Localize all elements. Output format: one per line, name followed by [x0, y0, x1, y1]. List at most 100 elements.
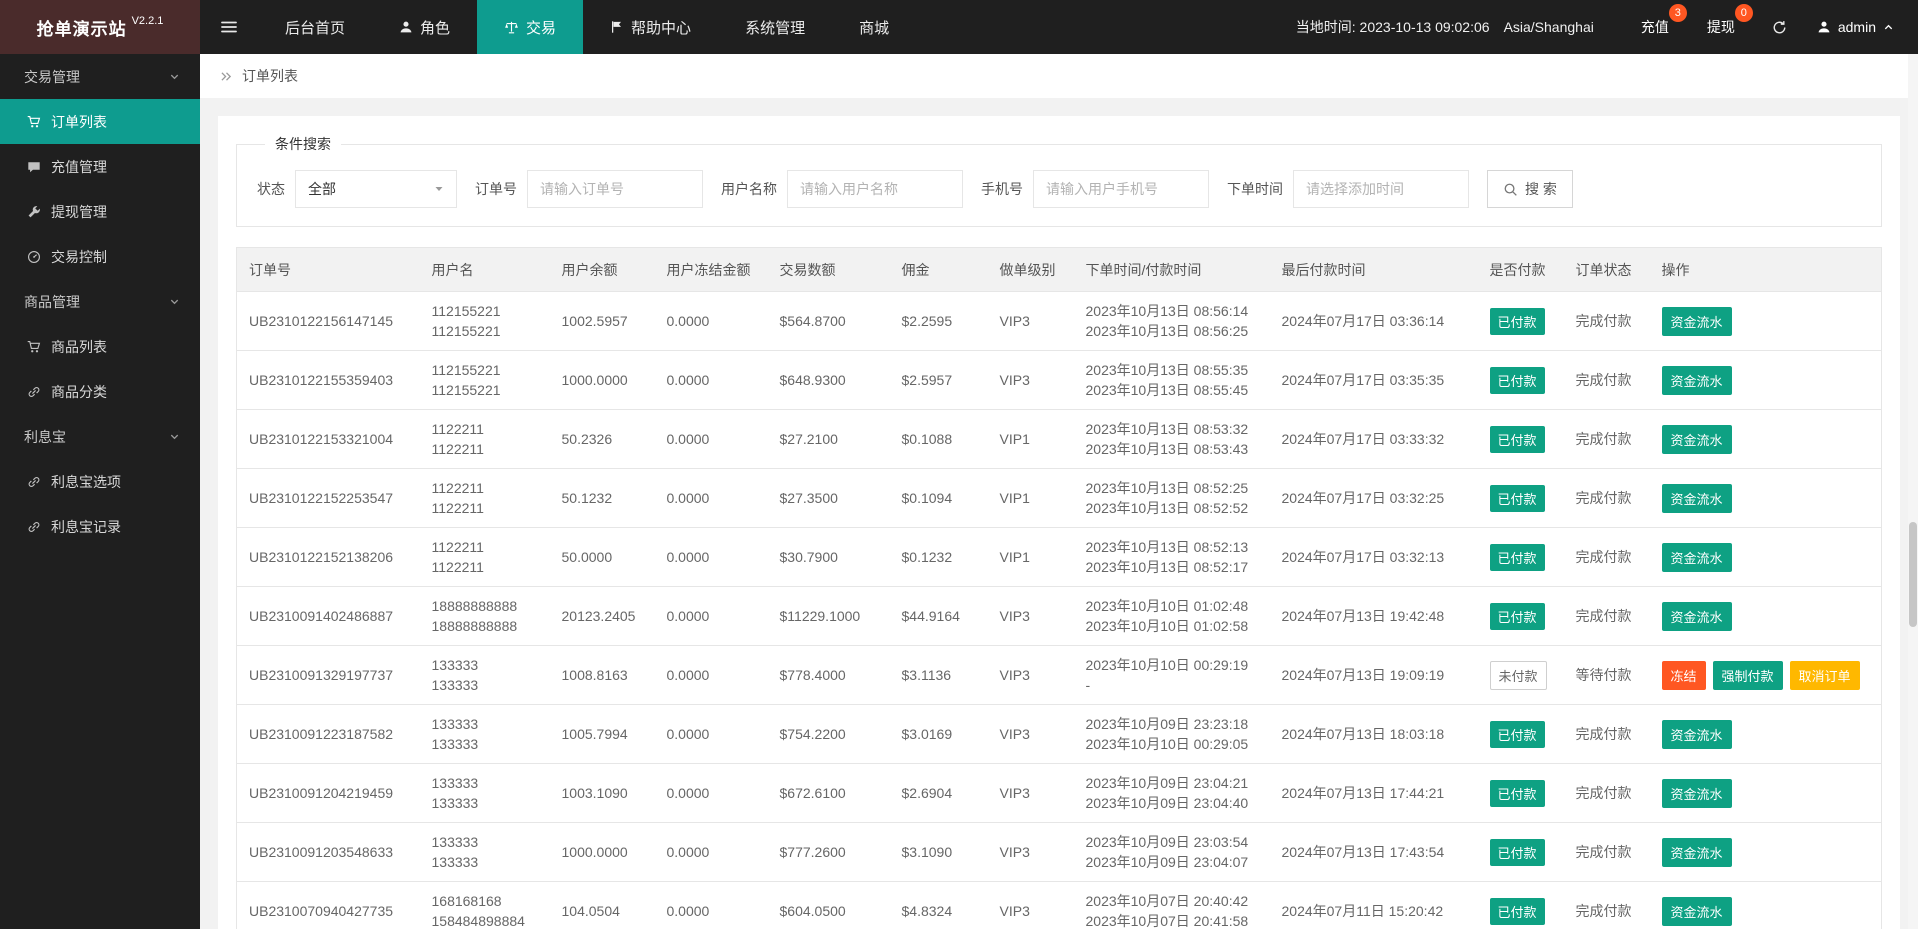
frozen-amount: 0.0000: [666, 431, 710, 447]
pay-status-badge: 已付款: [1489, 838, 1545, 866]
order-time: 2023年10月10日 00:29:19: [1085, 657, 1249, 673]
pay-status-cell: 已付款: [1477, 350, 1564, 410]
fund-flow-button[interactable]: 资金流水: [1661, 365, 1732, 395]
withdraw-link[interactable]: 提现 0: [1688, 0, 1754, 54]
recharge-count-badge: 3: [1668, 4, 1687, 22]
user-name-line1: 133333: [431, 834, 479, 850]
user-name-line2: 1122211: [431, 559, 484, 575]
user-balance: 1008.8163: [561, 667, 628, 683]
level-cell: VIP3: [987, 291, 1074, 351]
column-header-1: 用户名: [419, 247, 550, 292]
commission: $0.1232: [901, 549, 953, 565]
fund-flow-button[interactable]: 资金流水: [1661, 306, 1732, 336]
fund-flow-button[interactable]: 资金流水: [1661, 837, 1732, 867]
user-balance: 1003.1090: [561, 785, 628, 801]
user-icon: [399, 20, 413, 34]
user-name-line1: 1122211: [431, 421, 484, 437]
app-version: V2.2.1: [131, 15, 164, 27]
sidebar-item-goods-category[interactable]: 商品分类: [0, 369, 200, 414]
user-name-line1: 1122211: [431, 480, 484, 496]
content-card: 条件搜索 状态全部订单号用户名称手机号下单时间搜 索 订单号用户名用户余额用户冻…: [218, 116, 1900, 929]
user-name-line1: 133333: [431, 775, 479, 791]
fund-flow-button[interactable]: 资金流水: [1661, 424, 1732, 454]
frozen-amount: 0.0000: [666, 372, 710, 388]
fund-flow-button[interactable]: 资金流水: [1661, 542, 1732, 572]
search-button[interactable]: 搜 索: [1487, 170, 1573, 208]
last-pay-time-cell: 2024年07月17日 03:35:35: [1269, 350, 1478, 410]
user-name-line2: 1122211: [431, 441, 484, 457]
force-pay-button[interactable]: 强制付款: [1712, 660, 1783, 690]
frozen-amount: 0.0000: [666, 667, 710, 683]
status-select[interactable]: 全部: [295, 170, 457, 208]
sidebar-group-interest-treasure[interactable]: 利息宝: [0, 414, 200, 459]
sidebar-item-recharge-management[interactable]: 充值管理: [0, 144, 200, 189]
sidebar-item-interest-records[interactable]: 利息宝记录: [0, 504, 200, 549]
top-nav-item-home[interactable]: 后台首页: [258, 0, 372, 54]
order-time-input[interactable]: [1293, 170, 1469, 208]
level-cell: VIP3: [987, 586, 1074, 646]
sidebar-item-interest-options[interactable]: 利息宝选项: [0, 459, 200, 504]
sidebar-group-goods-management[interactable]: 商品管理: [0, 279, 200, 324]
breadcrumb-bar: 订单列表: [200, 54, 1918, 98]
order-status-cell: 完成付款: [1563, 704, 1650, 764]
actions-cell: 资金流水: [1649, 291, 1882, 351]
fund-flow-button[interactable]: 资金流水: [1661, 483, 1732, 513]
admin-menu[interactable]: admin: [1805, 0, 1918, 54]
user-name-input[interactable]: [787, 170, 963, 208]
freeze-button[interactable]: 冻结: [1661, 660, 1706, 690]
sidebar-item-withdraw-management[interactable]: 提现管理: [0, 189, 200, 234]
sidebar-item-goods-list[interactable]: 商品列表: [0, 324, 200, 369]
order-no-cell: UB2310091329197737: [236, 645, 420, 705]
balance-cell: 1003.1090: [549, 763, 655, 823]
top-nav-item-role[interactable]: 角色: [372, 0, 477, 54]
phone-input[interactable]: [1033, 170, 1209, 208]
top-nav-item-mall[interactable]: 商城: [832, 0, 916, 54]
last-pay-time: 2024年07月17日 03:33:32: [1281, 431, 1445, 447]
trade-amount: $30.7900: [779, 549, 838, 565]
level-cell: VIP1: [987, 527, 1074, 587]
user-cell: 133333 133333: [419, 704, 550, 764]
order-no: UB2310070940427735: [249, 903, 394, 919]
fund-flow-button[interactable]: 资金流水: [1661, 601, 1732, 631]
order-time: 2023年10月13日 08:53:32: [1085, 421, 1249, 437]
page-scrollbar[interactable]: [1908, 54, 1918, 929]
order-no-input[interactable]: [527, 170, 703, 208]
vip-level: VIP3: [999, 844, 1030, 860]
table-row: UB2310091223187582 133333 133333 1005.7994 0…: [236, 704, 1882, 764]
recharge-link[interactable]: 充值 3: [1622, 0, 1688, 54]
frozen-amount: 0.0000: [666, 549, 710, 565]
user-name-line1: 112155221: [431, 362, 501, 378]
search-panel: 条件搜索 状态 全部 订单号 用户名称 手机号 下单时间 搜 索: [236, 134, 1882, 227]
fund-flow-button[interactable]: 资金流水: [1661, 896, 1732, 926]
last-pay-time-cell: 2024年07月17日 03:32:13: [1269, 527, 1478, 587]
actions-cell: 资金流水: [1649, 409, 1882, 469]
scrollbar-thumb[interactable]: [1909, 522, 1917, 627]
cancel-order-button[interactable]: 取消订单: [1789, 660, 1860, 690]
fund-flow-button[interactable]: 资金流水: [1661, 778, 1732, 808]
top-nav-item-help[interactable]: 帮助中心: [583, 0, 718, 54]
menu-toggle-button[interactable]: [200, 0, 258, 54]
sidebar-item-label-interest-records: 利息宝记录: [51, 518, 121, 535]
frozen-cell: 0.0000: [654, 409, 768, 469]
quick-links: 充值 3 提现 0: [1622, 0, 1754, 54]
pay-time: 2023年10月13日 08:53:43: [1085, 441, 1249, 457]
refresh-button[interactable]: [1754, 0, 1805, 54]
order-time-cell: 2023年10月13日 08:56:14 2023年10月13日 08:56:25: [1073, 291, 1270, 351]
top-nav-item-system[interactable]: 系统管理: [718, 0, 832, 54]
sidebar-item-trade-control[interactable]: 交易控制: [0, 234, 200, 279]
order-status-cell: 完成付款: [1563, 881, 1650, 929]
frozen-cell: 0.0000: [654, 645, 768, 705]
table-row: UB2310091329197737 133333 133333 1008.8163 0…: [236, 645, 1882, 705]
order-status-cell: 完成付款: [1563, 409, 1650, 469]
order-no-cell: UB2310070940427735: [236, 881, 420, 929]
sidebar-group-trade-management[interactable]: 交易管理: [0, 54, 200, 99]
chevron-down-icon: [169, 431, 180, 442]
top-nav-item-trade[interactable]: 交易: [477, 0, 584, 54]
fund-flow-button[interactable]: 资金流水: [1661, 719, 1732, 749]
balance-cell: 104.0504: [549, 881, 655, 929]
sidebar-item-order-list[interactable]: 订单列表: [0, 99, 200, 144]
table-row: UB2310122152138206 1122211 1122211 50.0000 0…: [236, 527, 1882, 587]
vip-level: VIP3: [999, 372, 1030, 388]
last-pay-time: 2024年07月13日 17:44:21: [1281, 785, 1445, 801]
commission-cell: $3.1090: [889, 822, 988, 882]
